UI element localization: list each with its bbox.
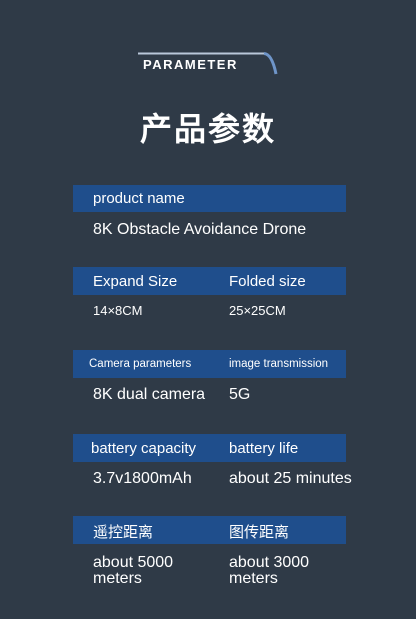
battery-life-value: about 25 minutes — [229, 470, 352, 487]
folded-size-value: 25×25CM — [229, 303, 286, 318]
camera-value: 8K dual camera — [93, 386, 206, 403]
expand-size-value: 14×8CM — [93, 303, 143, 318]
image-transmission-label: image transmission — [229, 358, 329, 370]
battery-capacity-value: 3.7v1800mAh — [93, 470, 192, 487]
parameter-badge: PARAMETER — [138, 52, 278, 76]
page-title: 产品参数 — [139, 110, 276, 148]
battery-life-label: battery life — [229, 440, 299, 457]
remote-control-distance-label: 遥控距离 — [93, 523, 154, 541]
product-name-label: product name — [93, 190, 185, 207]
product-name-value: 8K Obstacle Avoidance Drone — [93, 221, 307, 238]
image-transmission-distance-value: about 3000 meters — [229, 554, 310, 587]
camera-parameters-label: Camera parameters — [89, 358, 192, 370]
remote-control-distance-value: about 5000 meters — [93, 554, 174, 587]
folded-size-label: Folded size — [229, 273, 306, 290]
transmission-value: 5G — [229, 386, 251, 403]
battery-capacity-label: battery capacity — [91, 440, 197, 457]
expand-size-label: Expand Size — [93, 273, 178, 290]
badge-label: PARAMETER — [143, 57, 238, 72]
image-transmission-distance-label: 图传距离 — [229, 523, 290, 541]
